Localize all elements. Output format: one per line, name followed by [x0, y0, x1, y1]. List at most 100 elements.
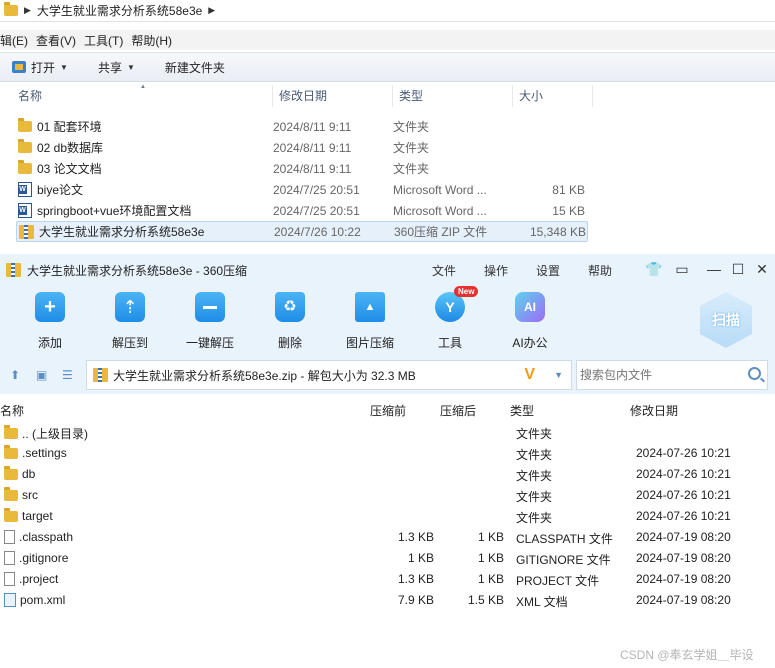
entry-date: 2024-07-26 10:21 [636, 467, 731, 481]
open-button[interactable]: 打开 ▼ [12, 59, 68, 76]
list-view-icon[interactable]: ☰ [62, 368, 73, 382]
file-icon [4, 572, 15, 586]
chevron-right-icon[interactable]: ▶ [24, 5, 31, 16]
image-compress-icon [355, 292, 385, 322]
search-field[interactable] [576, 360, 768, 390]
minimize-icon[interactable]: — [704, 258, 724, 280]
list-item[interactable]: 03 论文文档 2024/8/11 9:11 文件夹 [16, 158, 588, 179]
open-icon [12, 61, 26, 73]
chevron-down-icon: ▼ [60, 62, 68, 72]
list-item[interactable]: springboot+vue环境配置文档 2024/7/25 20:51 Mic… [16, 200, 588, 221]
address-bar[interactable]: ▶ 大学生就业需求分析系统58e3e ▶ [0, 0, 775, 22]
word-doc-icon [18, 182, 32, 197]
image-compress-button[interactable]: 图片压缩 [335, 292, 405, 351]
entry-size-before: 1.3 KB [397, 530, 434, 544]
column-name[interactable]: 名称 [0, 85, 273, 107]
column-type[interactable]: 类型 [510, 402, 534, 419]
table-row[interactable]: .classpath 1.3 KB 1 KB CLASSPATH 文件 2024… [0, 527, 775, 548]
column-modified[interactable]: 修改日期 [630, 402, 678, 419]
ai-office-label: AI办公 [512, 336, 548, 350]
watermark: CSDN @奉玄学姐＿毕设 [620, 648, 754, 662]
maximize-icon[interactable]: ☐ [728, 258, 748, 280]
entry-type: 文件夹 [516, 448, 553, 462]
file-name: biye论文 [37, 183, 84, 197]
list-item[interactable]: 01 配套环境 2024/8/11 9:11 文件夹 [16, 116, 588, 137]
entry-name: .project [19, 572, 59, 586]
table-row[interactable]: .. (上级目录) 文件夹 [0, 422, 775, 443]
file-size: 15,348 KB [529, 224, 586, 239]
table-row[interactable]: src 文件夹 2024-07-26 10:21 [0, 485, 775, 506]
add-label: 添加 [37, 336, 62, 350]
archive-path-field[interactable]: 大学生就业需求分析系统58e3e.zip - 解包大小为 32.3 MB V ▼ [86, 360, 572, 390]
file-name: springboot+vue环境配置文档 [37, 204, 192, 218]
file-size: 15 KB [552, 203, 585, 218]
close-icon[interactable]: ✕ [752, 258, 772, 280]
entry-date: 2024-07-26 10:21 [636, 446, 731, 460]
menu-operate[interactable]: 操作 [484, 262, 508, 279]
column-type[interactable]: 类型 [393, 85, 513, 107]
v-logo-icon[interactable]: V [524, 366, 535, 384]
image-compress-label: 图片压缩 [345, 336, 394, 350]
menu-help[interactable]: 帮助 [588, 262, 612, 279]
one-click-extract-button[interactable]: 一键解压 [175, 292, 245, 351]
column-compressed-after[interactable]: 压缩后 [440, 402, 476, 419]
explorer-column-header: 名称 修改日期 类型 大小 [0, 85, 593, 107]
tools-button[interactable]: 工具 [415, 292, 485, 351]
file-date: 2024/7/25 20:51 [273, 182, 360, 197]
delete-button[interactable]: 删除 [255, 292, 325, 351]
menu-settings[interactable]: 设置 [536, 262, 560, 279]
entry-name: pom.xml [20, 593, 66, 607]
trash-icon [275, 292, 305, 322]
archive-path-text: 大学生就业需求分析系统58e3e.zip - 解包大小为 32.3 MB [113, 368, 416, 383]
new-folder-button[interactable]: 新建文件夹 [165, 59, 225, 76]
file-date: 2024/8/11 9:11 [273, 140, 352, 155]
table-row[interactable]: pom.xml 7.9 KB 1.5 KB XML 文档 2024-07-19 … [0, 590, 775, 611]
entry-type: XML 文档 [516, 595, 568, 609]
address-path[interactable]: 大学生就业需求分析系统58e3e [37, 2, 202, 19]
table-row[interactable]: db 文件夹 2024-07-26 10:21 [0, 464, 775, 485]
up-arrow-icon[interactable]: ⬆ [10, 368, 20, 382]
table-row[interactable]: target 文件夹 2024-07-26 10:21 [0, 506, 775, 527]
column-size[interactable]: 大小 [513, 85, 593, 107]
column-name[interactable]: 名称 [0, 402, 24, 419]
file-type: Microsoft Word ... [393, 182, 487, 197]
skin-icon[interactable]: 👕 [644, 258, 664, 280]
extract-to-button[interactable]: 解压到 [95, 292, 165, 351]
file-date: 2024/7/26 10:22 [274, 224, 361, 239]
feedback-icon[interactable]: ▭ [672, 258, 692, 280]
file-type: 文件夹 [393, 141, 430, 155]
list-item[interactable]: 02 db数据库 2024/8/11 9:11 文件夹 [16, 137, 588, 158]
menu-help[interactable]: 帮助(H) [131, 32, 180, 49]
xml-file-icon [4, 593, 16, 607]
zip-column-header: 名称 压缩前 压缩后 类型 修改日期 [0, 400, 775, 420]
entry-size-before: 1 KB [407, 551, 434, 565]
table-row[interactable]: .gitignore 1 KB 1 KB GITIGNORE 文件 2024-0… [0, 548, 775, 569]
table-row[interactable]: .project 1.3 KB 1 KB PROJECT 文件 2024-07-… [0, 569, 775, 590]
table-row[interactable]: .settings 文件夹 2024-07-26 10:21 [0, 443, 775, 464]
file-icon [4, 530, 15, 544]
ai-office-button[interactable]: AI办公 [495, 292, 565, 351]
menu-tools[interactable]: 工具(T) [84, 32, 131, 49]
column-compressed-before[interactable]: 压缩前 [370, 402, 406, 419]
window-title: 大学生就业需求分析系统58e3e - 360压缩 [27, 263, 248, 278]
list-item[interactable]: biye论文 2024/7/25 20:51 Microsoft Word ..… [16, 179, 588, 200]
share-button[interactable]: 共享 ▼ [98, 59, 135, 76]
file-size: 81 KB [552, 182, 585, 197]
add-button[interactable]: 添加 [15, 292, 85, 351]
menu-edit[interactable]: 辑(E) [0, 32, 36, 49]
entry-type: PROJECT 文件 [516, 574, 600, 588]
chevron-down-icon[interactable]: ▼ [554, 370, 563, 380]
new-badge: New [454, 286, 479, 297]
search-icon[interactable] [748, 367, 761, 380]
folder-icon [18, 118, 32, 132]
column-date[interactable]: 修改日期 [273, 85, 393, 107]
folder-icon [4, 486, 18, 501]
search-input[interactable] [580, 368, 740, 382]
menu-view[interactable]: 查看(V) [36, 32, 84, 49]
thumbnail-view-icon[interactable]: ▣ [36, 368, 47, 382]
open-label: 打开 [31, 60, 56, 75]
chevron-right-icon[interactable]: ▶ [208, 5, 215, 16]
add-icon [35, 292, 65, 322]
menu-file[interactable]: 文件 [432, 262, 456, 279]
list-item-selected[interactable]: 大学生就业需求分析系统58e3e 2024/7/26 10:22 360压缩 Z… [16, 221, 588, 242]
